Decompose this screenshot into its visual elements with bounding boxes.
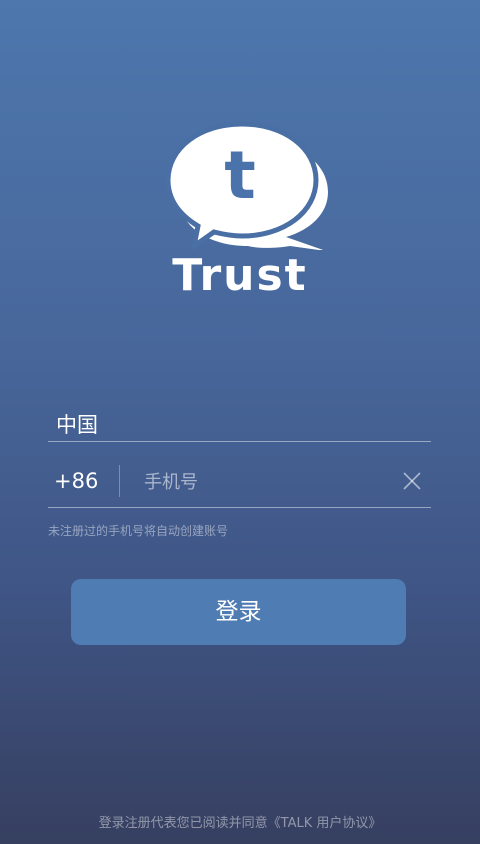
brand-name: Trust: [172, 250, 308, 301]
agreement-link[interactable]: 《TALK 用户协议》: [268, 816, 382, 831]
country-selector[interactable]: 中国: [48, 403, 431, 442]
close-icon[interactable]: [400, 469, 424, 493]
chat-bubbles-icon: t: [165, 121, 328, 250]
auto-register-hint: 未注册过的手机号将自动创建账号: [48, 524, 229, 538]
phone-row: +86: [48, 459, 431, 508]
login-button[interactable]: 登录: [71, 579, 406, 645]
logo-letter: t: [224, 137, 256, 214]
logo-area: t Trust: [0, 100, 480, 310]
agreement-footer: 登录注册代表您已阅读并同意《TALK 用户协议》: [0, 812, 480, 831]
country-code-button[interactable]: +86: [54, 469, 98, 493]
phone-input[interactable]: [144, 467, 384, 497]
country-label: 中国: [56, 413, 98, 437]
divider: [119, 465, 120, 497]
agreement-prefix: 登录注册代表您已阅读并同意: [98, 816, 268, 831]
